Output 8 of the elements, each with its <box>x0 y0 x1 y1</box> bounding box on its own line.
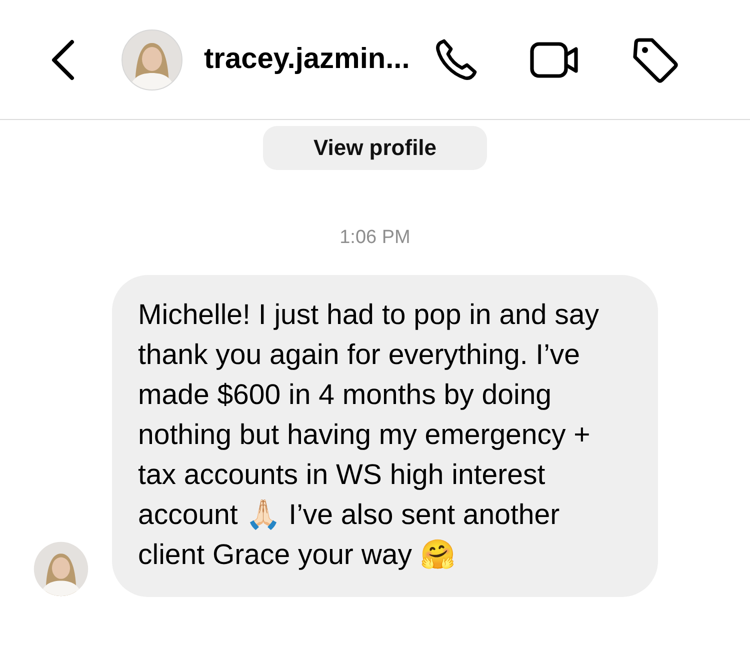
back-icon[interactable] <box>50 38 76 80</box>
username[interactable]: tracey.jazmin... <box>204 43 410 76</box>
view-profile-button[interactable]: View profile <box>263 126 487 170</box>
video-icon[interactable] <box>530 40 580 80</box>
message-text: Michelle! I just had to pop in and say thank you again for everything. I’ve made $600 in 4 months by doing nothing but having my emergency + tax accounts in WS high interest account 🙏🏻 I’ve also sent another client Grace your way 🤗 <box>138 298 600 573</box>
timestamp: 1:06 PM <box>338 227 412 249</box>
phone-icon[interactable] <box>434 38 478 82</box>
tag-icon[interactable] <box>632 36 678 82</box>
